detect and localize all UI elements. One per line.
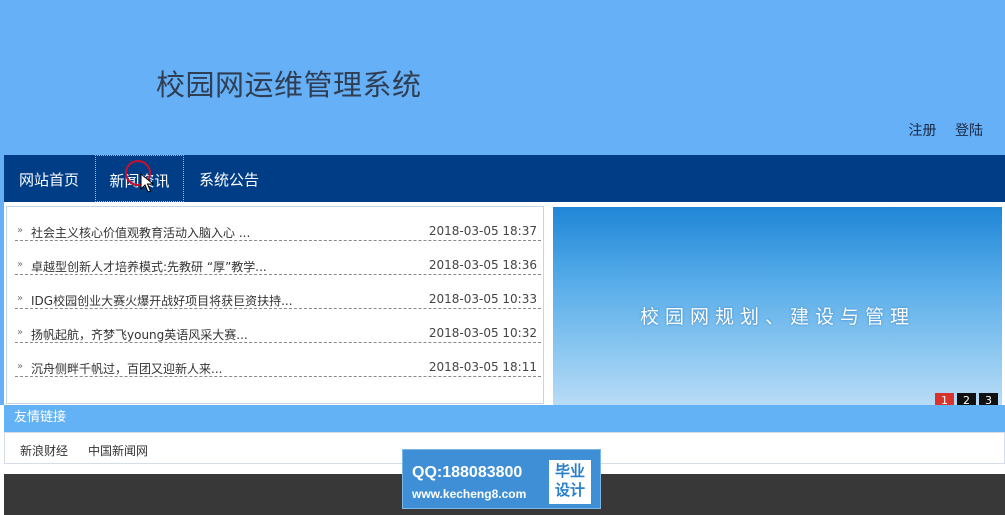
watermark-overlay: QQ:188083800 www.kecheng8.com 毕业 设计 [402,449,601,509]
friend-link-chinanews[interactable]: 中国新闻网 [88,442,148,459]
news-title[interactable]: 卓越型创新人才培养模式:先教研 “厚”教学... [31,258,267,275]
double-chevron-right-icon: » [17,225,24,236]
news-item[interactable]: » IDG校园创业大赛火爆开战好项目将获巨资扶持... 2018-03-05 1… [15,275,541,309]
banner-page-1[interactable]: 1 [935,393,954,405]
news-title[interactable]: 社会主义核心价值观教育活动入脑入心 ... [31,224,250,241]
watermark-url: www.kecheng8.com [412,487,527,501]
watermark-badge: 毕业 设计 [549,460,591,504]
news-item[interactable]: » 社会主义核心价值观教育活动入脑入心 ... 2018-03-05 18:37 [15,207,541,241]
news-list: » 社会主义核心价值观教育活动入脑入心 ... 2018-03-05 18:37… [6,206,544,404]
watermark-badge-line1: 毕业 [554,462,585,480]
news-item[interactable]: » 卓越型创新人才培养模式:先教研 “厚”教学... 2018-03-05 18… [15,241,541,275]
watermark-qq: QQ:188083800 [412,464,523,481]
nav-item-announcements[interactable]: 系统公告 [185,155,273,202]
news-date: 2018-03-05 10:33 [428,292,537,306]
double-chevron-right-icon: » [17,259,24,270]
main-nav: 网站首页 新闻资讯 系统公告 [4,155,1005,202]
news-item[interactable]: » 沉舟侧畔千帆过，百团又迎新人来... 2018-03-05 18:11 [15,343,541,377]
nav-item-news[interactable]: 新闻资讯 [95,155,184,202]
register-link[interactable]: 注册 [909,123,937,139]
news-date: 2018-03-05 18:11 [428,360,537,374]
double-chevron-right-icon: » [17,327,24,338]
news-date: 2018-03-05 18:37 [428,224,537,238]
news-date: 2018-03-05 10:32 [428,326,537,340]
friend-links-heading: 友情链接 [4,405,1005,432]
site-header: 校园网运维管理系统 注册 登陆 [0,0,1005,155]
nav-item-home[interactable]: 网站首页 [4,155,94,202]
banner-page-2[interactable]: 2 [957,393,976,405]
login-link[interactable]: 登陆 [955,123,983,139]
watermark-badge-line2: 设计 [554,481,585,499]
banner-slideshow[interactable]: 校园网规划、建设与管理 123 [553,207,1002,405]
news-item[interactable]: » 扬帆起航，齐梦飞young英语风采大赛... 2018-03-05 10:3… [15,309,541,343]
banner-pager: 123 [932,389,998,405]
banner-text: 校园网规划、建设与管理 [639,306,915,328]
news-title[interactable]: 扬帆起航，齐梦飞young英语风采大赛... [31,326,248,343]
news-title[interactable]: IDG校园创业大赛火爆开战好项目将获巨资扶持... [31,292,293,309]
double-chevron-right-icon: » [17,361,24,372]
auth-links: 注册 登陆 [895,120,983,140]
banner-page-3[interactable]: 3 [979,393,998,405]
news-title[interactable]: 沉舟侧畔千帆过，百团又迎新人来... [31,360,222,377]
site-title: 校园网运维管理系统 [156,68,422,102]
news-date: 2018-03-05 18:36 [428,258,537,272]
double-chevron-right-icon: » [17,293,24,304]
friend-link-sina-finance[interactable]: 新浪财经 [20,442,68,459]
